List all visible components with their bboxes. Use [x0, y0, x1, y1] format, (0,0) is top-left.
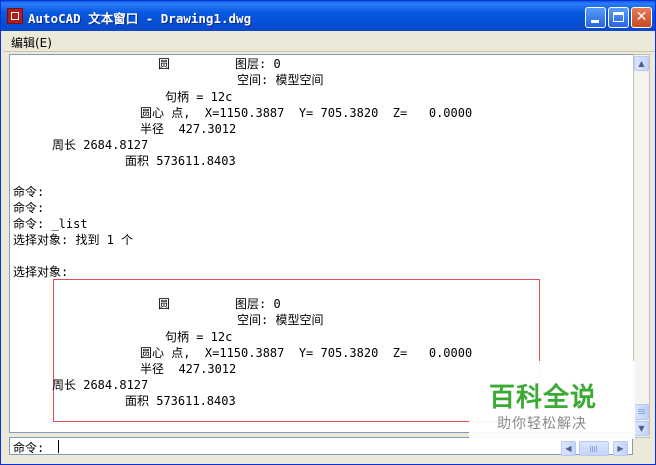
text-caret: [58, 440, 59, 453]
text-line: 空间: 模型空间: [237, 73, 324, 87]
text-line: 面积 573611.8403: [125, 394, 236, 408]
text-line: 半径 427.3012: [140, 122, 237, 136]
horizontal-scroll-thumb[interactable]: [579, 441, 609, 456]
text-line: 圆 图层: 0: [158, 57, 281, 71]
scroll-up-button[interactable]: ▲: [634, 56, 649, 71]
minimize-icon: [591, 20, 599, 23]
scroll-right-button[interactable]: ▶: [613, 441, 628, 456]
text-line: 圆心 点, X=1150.3887 Y= 705.3820 Z= 0.0000: [140, 106, 473, 120]
scroll-thumb[interactable]: [634, 404, 649, 420]
close-button[interactable]: ✕: [631, 7, 652, 28]
title-bar[interactable]: AutoCAD 文本窗口 - Drawing1.dwg ✕: [1, 1, 655, 31]
watermark-slogan: 助你轻松解决: [497, 416, 587, 432]
horizontal-scrollbar[interactable]: ◀ ▶: [561, 441, 633, 456]
text-line: 命令: _list: [13, 217, 88, 231]
text-line: 命令:: [13, 185, 45, 199]
text-line: 句柄 = 12c: [165, 330, 233, 344]
text-window: AutoCAD 文本窗口 - Drawing1.dwg ✕ 编辑(E) 圆 图层…: [0, 0, 656, 465]
text-line: 句柄 = 12c: [165, 90, 233, 104]
text-line: 圆心 点, X=1150.3887 Y= 705.3820 Z= 0.0000: [140, 346, 473, 360]
text-line: 选择对象: 找到 1 个: [13, 233, 134, 247]
maximize-button[interactable]: [608, 7, 629, 28]
text-line: 选择对象:: [13, 265, 69, 279]
vertical-scrollbar[interactable]: ▲ ▼: [633, 54, 650, 438]
watermark-overlay: 百科全说 助你轻松解决: [469, 361, 635, 439]
text-line: 命令:: [13, 201, 45, 215]
scroll-down-button[interactable]: ▼: [634, 421, 649, 436]
text-line: 半径 427.3012: [140, 362, 237, 376]
text-line: 空间: 模型空间: [237, 313, 324, 327]
window-title: AutoCAD 文本窗口 - Drawing1.dwg: [28, 11, 252, 26]
menu-edit[interactable]: 编辑(E): [11, 34, 52, 51]
menu-bar: 编辑(E): [3, 31, 655, 52]
text-line: 圆 图层: 0: [158, 297, 281, 311]
maximize-icon: [613, 12, 624, 22]
watermark-logo-text: 百科全说: [489, 383, 598, 413]
autocad-app-icon[interactable]: [7, 8, 23, 24]
scroll-left-button[interactable]: ◀: [561, 441, 576, 456]
text-line: 周长 2684.8127: [52, 138, 149, 152]
minimize-button[interactable]: [585, 7, 606, 28]
close-icon: ✕: [635, 9, 648, 25]
command-prompt: 命令:: [13, 441, 45, 455]
text-line: 周长 2684.8127: [52, 378, 149, 392]
text-line: 面积 573611.8403: [125, 154, 236, 168]
command-line[interactable]: 命令:: [9, 437, 633, 455]
